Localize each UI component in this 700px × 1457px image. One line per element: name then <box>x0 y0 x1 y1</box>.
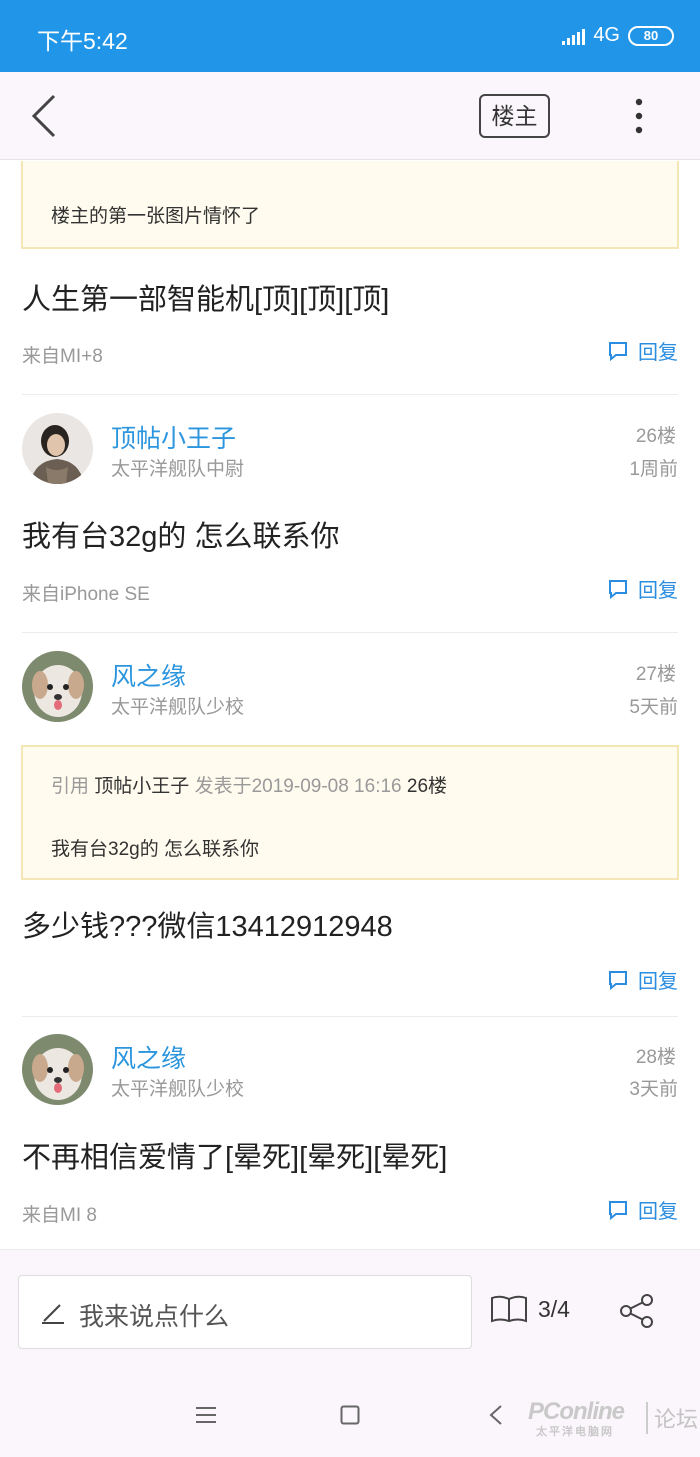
reply-label: 回复 <box>638 342 678 364</box>
watermark-sub: 太平洋电脑网 <box>536 1426 614 1438</box>
reply-icon <box>609 1200 627 1220</box>
watermark-brand: PConline <box>528 1398 625 1425</box>
quote-text: 楼主的第一张图片情怀了 <box>51 206 261 227</box>
battery-icon: 80 <box>628 25 674 46</box>
username[interactable]: 风之缘 <box>111 1039 186 1075</box>
signal-icon <box>562 27 586 45</box>
reply-label: 回复 <box>638 971 678 993</box>
username[interactable]: 风之缘 <box>111 657 186 693</box>
header-bar: 楼主 <box>0 72 700 160</box>
quote-text: 我有台32g的 怎么联系你 <box>51 839 259 860</box>
reply-label: 回复 <box>638 1201 678 1223</box>
reply-button[interactable]: 回复 <box>607 1195 678 1224</box>
quote-user: 顶帖小王子 <box>94 776 190 797</box>
avatar[interactable] <box>22 413 93 484</box>
divider <box>22 632 678 633</box>
post-text: 我有台32g的 怎么联系你 <box>22 521 340 553</box>
divider <box>22 394 678 395</box>
reply-button[interactable]: 回复 <box>607 574 678 603</box>
status-bar: 下午5:42 4G 80 <box>0 0 700 72</box>
post-time: 5天前 <box>629 697 678 718</box>
menu-icon[interactable] <box>195 1405 217 1425</box>
floor-number: 27楼 <box>635 664 676 685</box>
floor-number: 28楼 <box>635 1047 676 1068</box>
reply-icon <box>609 341 627 361</box>
post-source: 来自iPhone SE <box>22 584 150 605</box>
network-type: 4G <box>593 24 620 46</box>
page-indicator: 3/4 <box>538 1295 570 1322</box>
quote-header: 引用 顶帖小王子 发表于2019-09-08 16:16 26楼 <box>51 771 447 798</box>
username[interactable]: 顶帖小王子 <box>111 419 236 455</box>
avatar[interactable] <box>22 651 93 722</box>
post-text: 多少钱???微信13412912948 <box>22 911 393 943</box>
book-icon <box>491 1295 527 1323</box>
reply-label: 回复 <box>638 580 678 602</box>
pen-icon <box>42 1304 64 1324</box>
reply-icon <box>609 579 627 599</box>
post-time: 1周前 <box>629 459 678 480</box>
floor-number: 26楼 <box>635 426 676 447</box>
share-icon <box>620 1294 653 1328</box>
more-icon <box>635 98 643 134</box>
back-button[interactable] <box>26 92 66 140</box>
home-icon[interactable] <box>340 1405 360 1425</box>
post-text: 不再相信爱情了[晕死][晕死][晕死] <box>22 1142 448 1174</box>
divider <box>22 1016 678 1017</box>
quote-block: 引用 顶帖小王子 发表于2019-09-08 16:16 26楼 我有台32g的… <box>21 745 679 880</box>
quote-block: 楼主的第一张图片情怀了 <box>21 161 679 249</box>
comment-input[interactable]: 我来说点什么 <box>18 1275 472 1349</box>
reply-icon <box>609 970 627 990</box>
quote-prefix: 引用 <box>51 776 90 797</box>
status-time: 下午5:42 <box>37 28 128 54</box>
post-source: 来自MI 8 <box>22 1205 97 1226</box>
louzhu-only-button[interactable]: 楼主 <box>479 94 550 138</box>
reply-button[interactable]: 回复 <box>607 965 678 994</box>
reply-button[interactable]: 回复 <box>607 336 678 365</box>
user-rank: 太平洋舰队少校 <box>111 1079 245 1100</box>
quote-posted: 发表于2019-09-08 16:16 <box>194 776 402 797</box>
page-indicator-button[interactable]: 3/4 <box>490 1294 570 1324</box>
post-list[interactable]: 楼主的第一张图片情怀了 人生第一部智能机[顶][顶][顶] 来自MI+8 回复 … <box>0 161 700 1249</box>
user-rank: 太平洋舰队少校 <box>111 697 245 718</box>
back-icon <box>31 94 56 138</box>
nav-back-icon[interactable] <box>488 1404 504 1426</box>
pconline-watermark: PConline 太平洋电脑网 <box>528 1398 625 1438</box>
post-time: 3天前 <box>629 1079 678 1100</box>
avatar[interactable] <box>22 1034 93 1105</box>
share-button[interactable] <box>618 1292 656 1330</box>
comment-placeholder: 我来说点什么 <box>79 1303 230 1331</box>
quote-floor: 26楼 <box>406 776 448 797</box>
user-rank: 太平洋舰队中尉 <box>111 459 245 480</box>
watermark-forum: 论坛 <box>646 1402 698 1434</box>
more-button[interactable] <box>626 96 652 136</box>
post-source: 来自MI+8 <box>22 346 103 367</box>
status-indicators: 4G 80 <box>562 24 674 47</box>
post-text: 人生第一部智能机[顶][顶][顶] <box>22 284 390 316</box>
